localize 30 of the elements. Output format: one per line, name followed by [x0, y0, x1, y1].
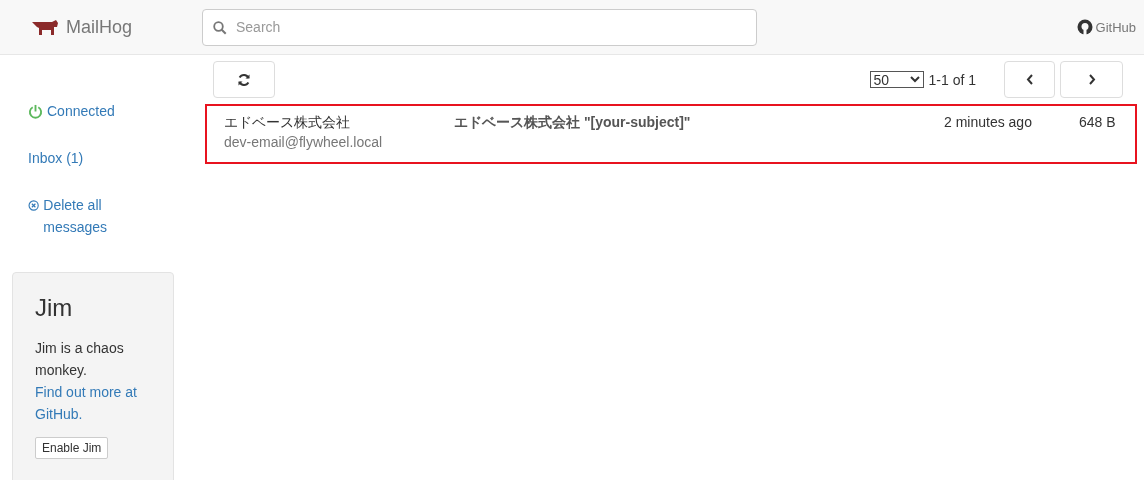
message-time: 2 minutes ago	[944, 114, 1033, 132]
refresh-button[interactable]	[213, 61, 275, 98]
panel-description: Jim is a chaos monkey.	[35, 339, 125, 380]
page-range: 1-1 of 1	[928, 71, 976, 88]
message-row[interactable]: エドベース株式会社 dev-email@flywheel.local エドベース株式会社 "[your-subject]" 2 minutes ago 648 B	[205, 104, 1137, 164]
sidebar-link[interactable]: Delete all messages	[28, 194, 138, 238]
search-icon	[213, 20, 227, 35]
refresh-icon	[237, 72, 251, 87]
hog-icon	[30, 19, 60, 35]
message-size: 648 B	[1079, 114, 1117, 132]
search-field[interactable]: Search	[202, 8, 757, 46]
panel-title: Jim	[35, 295, 74, 321]
sidebar-link[interactable]: Inbox (1)	[28, 147, 138, 169]
power-icon	[28, 104, 43, 119]
github-link[interactable]: GitHub	[1076, 19, 1136, 35]
chevron-down-icon	[909, 76, 920, 83]
delete-icon	[28, 198, 40, 213]
message-recipient: dev-email@flywheel.local	[224, 134, 384, 150]
page-size-select[interactable]: 50	[869, 71, 924, 88]
message-subject: エドベース株式会社 "[your-subject]"	[454, 114, 692, 132]
chevron-right-icon	[1087, 74, 1096, 85]
brand-name[interactable]: MailHog	[66, 16, 133, 38]
sidebar-link[interactable]: Connected	[28, 100, 138, 122]
next-page-button[interactable]	[1060, 61, 1123, 98]
chevron-left-icon	[1025, 74, 1034, 85]
message-sender: エドベース株式会社	[224, 114, 351, 132]
github-link[interactable]: Find out more at GitHub.	[35, 381, 151, 425]
previous-page-button[interactable]	[1004, 61, 1055, 98]
enable-jim-button[interactable]: Enable Jim	[35, 437, 109, 459]
github-icon	[1076, 19, 1093, 35]
